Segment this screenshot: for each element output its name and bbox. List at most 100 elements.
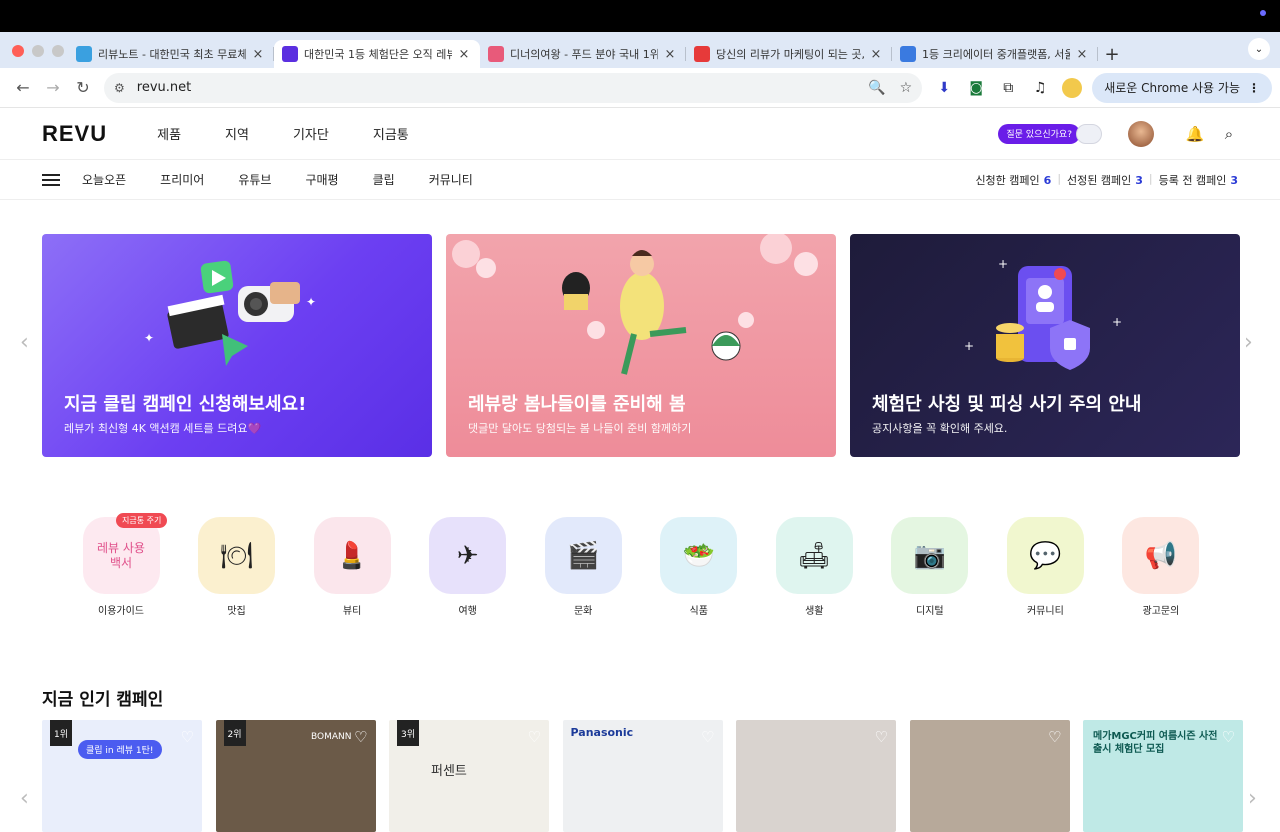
- puzzle-icon[interactable]: ⧉: [992, 73, 1024, 103]
- browser-tab[interactable]: 1등 크리에이터 중개플랫폼, 서울오 ×: [892, 40, 1098, 68]
- campaign-card[interactable]: 2위 BOMANN ♡: [215, 720, 376, 832]
- close-window-button[interactable]: [12, 45, 24, 57]
- banner-phishing[interactable]: + + + 체험단 사칭 및 피싱 사기 주의 안내 공지사항을 꼭 확인해 주…: [850, 234, 1240, 457]
- heart-icon[interactable]: ♡: [354, 728, 367, 746]
- campaign-card-text: 퍼센트: [431, 764, 467, 779]
- category-plate[interactable]: 🍽 맛집: [198, 517, 276, 617]
- address-bar[interactable]: ⚙ revu.net 🔍 ☆: [104, 72, 923, 103]
- sub-nav: 오늘오픈 프리미어 유튜브 구매평 클립 커뮤니티 신청한 캠페인 6 | 선정된 캠페인 3 | 등…: [0, 160, 1280, 200]
- sub-nav-item[interactable]: 오늘오픈: [82, 171, 126, 188]
- search-icon[interactable]: ⌕: [1218, 125, 1240, 143]
- tab-title: 디너의여왕 - 푸드 분야 국내 1위 마: [510, 48, 658, 61]
- menu-icon[interactable]: [42, 173, 60, 186]
- ask-question-button[interactable]: 질문 있으신가요?: [998, 123, 1080, 144]
- close-tab-icon[interactable]: ×: [250, 47, 266, 62]
- main-nav-item[interactable]: 지역: [225, 124, 249, 143]
- site-info-icon[interactable]: ⚙: [114, 81, 125, 95]
- chrome-update-button[interactable]: 새로운 Chrome 사용 가능 ⋮: [1092, 72, 1272, 103]
- sub-nav-item[interactable]: 프리미어: [160, 171, 204, 188]
- back-button[interactable]: ←: [8, 73, 38, 103]
- action-cam-illustration: ✦ ✦: [144, 260, 316, 366]
- campaign-card[interactable]: 3위퍼센트 ♡: [389, 720, 549, 832]
- banner-clip[interactable]: ✦ ✦ 지금 클립 캠페인 신청해보세요! 레뷰가 최신형 4K 액션캠 세트를…: [42, 234, 432, 457]
- close-tab-icon[interactable]: ×: [868, 47, 884, 62]
- campaign-status-link[interactable]: 선정된 캠페인 3: [1067, 172, 1143, 188]
- new-tab-button[interactable]: +: [1098, 40, 1126, 68]
- reload-button[interactable]: ↻: [68, 73, 98, 103]
- tab-search-button[interactable]: ⌄: [1248, 38, 1270, 60]
- url-text[interactable]: revu.net: [137, 80, 854, 95]
- status-label: 등록 전 캠페인: [1158, 173, 1227, 187]
- heart-icon[interactable]: ♡: [528, 728, 541, 746]
- category-chat[interactable]: 💬 커뮤니티: [1006, 517, 1084, 617]
- category-label: 이용가이드: [98, 606, 144, 617]
- main-nav-item[interactable]: 기자단: [293, 124, 329, 143]
- campaign-card[interactable]: Panasonic ♡: [562, 720, 723, 832]
- category-clapper[interactable]: 🎬 문화: [544, 517, 622, 617]
- sub-nav-item[interactable]: 커뮤니티: [429, 171, 473, 188]
- heart-icon[interactable]: ♡: [701, 728, 714, 746]
- next-campaign-arrow[interactable]: ›: [1248, 786, 1257, 811]
- banner-title: 레뷰랑 봄나들이를 준비해 봄: [468, 394, 686, 415]
- tab-favicon-icon: [76, 46, 92, 62]
- sub-nav-item[interactable]: 유튜브: [238, 171, 271, 188]
- close-tab-icon[interactable]: ×: [662, 47, 678, 62]
- campaign-status-link[interactable]: 등록 전 캠페인 3: [1159, 172, 1238, 188]
- heart-icon[interactable]: ♡: [181, 728, 194, 746]
- sub-nav-item[interactable]: 클립: [373, 171, 395, 188]
- campaign-card[interactable]: 1위 클립 in 레뷰 1탄! ♡: [42, 720, 202, 832]
- rank-badge: 3위: [397, 720, 419, 746]
- status-label: 신청한 캠페인: [975, 173, 1040, 187]
- profile-avatar[interactable]: [1056, 73, 1088, 103]
- category-bowl[interactable]: 🥗 식품: [660, 517, 738, 617]
- forward-button[interactable]: →: [38, 73, 68, 103]
- heart-icon[interactable]: ♡: [1048, 728, 1061, 746]
- category-camera[interactable]: 📷 디지털: [891, 517, 969, 617]
- popular-section-title: 지금 인기 캠페인: [42, 690, 164, 710]
- sub-nav-item[interactable]: 구매평: [305, 171, 338, 188]
- prev-campaign-arrow[interactable]: ‹: [20, 786, 29, 811]
- revu-logo[interactable]: REVU: [42, 121, 107, 147]
- prev-banner-arrow[interactable]: ‹: [20, 330, 29, 355]
- category-ad[interactable]: 📢 광고문의: [1122, 517, 1200, 617]
- browser-tab[interactable]: 리뷰노트 - 대한민국 최초 무료체험 ×: [68, 40, 274, 68]
- minimize-window-button[interactable]: [32, 45, 44, 57]
- svg-text:✦: ✦: [144, 331, 154, 345]
- category-airplane[interactable]: ✈ 여행: [429, 517, 507, 617]
- heart-icon[interactable]: ♡: [1222, 728, 1235, 746]
- more-menu-icon[interactable]: ⋮: [1248, 81, 1260, 95]
- plate-icon: 🍽: [198, 517, 276, 594]
- tab-favicon-icon: [900, 46, 916, 62]
- media-control-icon[interactable]: ♫: [1024, 73, 1056, 103]
- zoom-icon[interactable]: 🔍: [868, 80, 885, 96]
- bowl-icon: 🥗: [660, 517, 738, 594]
- close-tab-icon[interactable]: ×: [456, 47, 472, 62]
- bell-icon[interactable]: 🔔: [1184, 125, 1206, 143]
- chatbot-icon[interactable]: [1076, 123, 1102, 144]
- heart-icon[interactable]: ♡: [875, 728, 888, 746]
- category-lipstick[interactable]: 💄 뷰티: [313, 517, 391, 617]
- banner-spring[interactable]: 레뷰랑 봄나들이를 준비해 봄 댓글만 달아도 당첨되는 봄 나들이 준비 함께…: [446, 234, 836, 457]
- main-nav-item[interactable]: 제품: [157, 124, 181, 143]
- main-nav: 제품 지역 기자단 지금통: [135, 124, 431, 143]
- campaign-status-link[interactable]: 신청한 캠페인 6: [975, 172, 1051, 188]
- browser-tab[interactable]: 당신의 리뷰가 마케팅이 되는 곳,리 ×: [686, 40, 892, 68]
- campaign-card[interactable]: 메가MGC커피 여름시즌 사전 출시 체험단 모집 ♡: [1083, 720, 1243, 832]
- maximize-window-button[interactable]: [52, 45, 64, 57]
- extension-icon[interactable]: ◙: [960, 73, 992, 103]
- main-nav-item[interactable]: 지금통: [373, 124, 409, 143]
- campaign-card[interactable]: ♡: [736, 720, 896, 832]
- close-tab-icon[interactable]: ×: [1074, 47, 1090, 62]
- tab-favicon-icon: [694, 46, 710, 62]
- campaign-card[interactable]: ♡: [909, 720, 1070, 832]
- download-extension-icon[interactable]: ⬇: [928, 73, 960, 103]
- tab-favicon-icon: [488, 46, 504, 62]
- campaign-card-text: Panasonic: [570, 726, 634, 739]
- browser-tab[interactable]: 디너의여왕 - 푸드 분야 국내 1위 마 ×: [480, 40, 686, 68]
- user-avatar[interactable]: [1128, 120, 1154, 147]
- bookmark-star-icon[interactable]: ☆: [900, 80, 913, 96]
- browser-tab[interactable]: 대한민국 1등 체험단은 오직 레뷰 ×: [274, 40, 480, 68]
- category-sofa[interactable]: 🛋 생활: [775, 517, 853, 617]
- next-banner-arrow[interactable]: ›: [1244, 330, 1253, 355]
- category-guide[interactable]: 레뷰 사용백서 이용가이드 지금통 주기: [82, 513, 168, 617]
